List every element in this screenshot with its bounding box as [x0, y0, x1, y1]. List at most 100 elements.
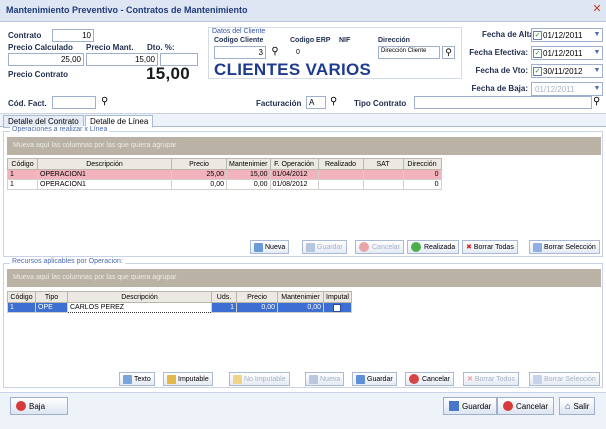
- column-header[interactable]: Descripción: [67, 291, 212, 303]
- cod-fact-search-icon[interactable]: ⚲: [101, 95, 113, 109]
- button-label: Cancelar: [372, 243, 401, 251]
- facturacion-search-icon[interactable]: ⚲: [330, 95, 342, 109]
- table-cell[interactable]: [317, 179, 364, 190]
- button-label: Imputable: [178, 375, 209, 383]
- search-icon[interactable]: ⚲: [269, 45, 281, 58]
- button-label: Guardar: [367, 375, 393, 383]
- fecha-baja-label: Fecha de Baja:: [471, 84, 528, 93]
- direccion-search-icon[interactable]: ⚲: [442, 46, 455, 59]
- column-header[interactable]: Dirección: [402, 158, 442, 170]
- chevron-down-icon[interactable]: ▼: [592, 83, 602, 95]
- guardar-operacion-button[interactable]: Guardar: [302, 240, 347, 254]
- column-header[interactable]: Mantenimier: [226, 158, 271, 170]
- button-label: Baja: [29, 401, 46, 411]
- table-cell[interactable]: [362, 169, 404, 180]
- button-label: Nueva: [320, 375, 341, 383]
- fecha-efectiva-picker[interactable]: ✓ 01/12/2011 ▼: [531, 46, 603, 60]
- table-cell[interactable]: [362, 179, 404, 190]
- table-cell[interactable]: 0,00: [226, 179, 271, 190]
- column-header[interactable]: F. Operación: [269, 158, 319, 170]
- cancelar-button[interactable]: Cancelar: [497, 397, 555, 415]
- table-cell[interactable]: [317, 169, 364, 180]
- fecha-vto-picker[interactable]: ✓ 30/11/2012 ▼: [531, 64, 603, 78]
- borrar-todos-button[interactable]: ✖ Borrar Todos: [463, 372, 519, 386]
- fecha-baja-picker[interactable]: 01/12/2011 ▼: [531, 82, 603, 96]
- table-cell[interactable]: 1: [211, 302, 237, 313]
- table-cell[interactable]: 1: [7, 302, 36, 313]
- direccion-input[interactable]: Dirección Cliente: [378, 46, 440, 59]
- column-header[interactable]: SAT: [362, 158, 404, 170]
- table-cell[interactable]: 0,00: [171, 179, 227, 190]
- check-icon[interactable]: ✓: [533, 66, 542, 76]
- table-cell[interactable]: 0: [402, 169, 442, 180]
- realizada-button[interactable]: Realizada: [407, 240, 460, 254]
- button-label: Nueva: [265, 243, 286, 251]
- table-cell[interactable]: 01/04/2012: [269, 169, 319, 180]
- codigo-cliente-input[interactable]: 3: [214, 46, 266, 59]
- nueva-recurso-button[interactable]: Nueva: [305, 372, 345, 386]
- borrar-todas-button[interactable]: ✖ Borrar Todas: [462, 240, 518, 254]
- guardar-button[interactable]: Guardar: [443, 397, 498, 415]
- table-cell[interactable]: 15,00: [226, 169, 271, 180]
- table-cell[interactable]: 0: [402, 179, 442, 190]
- baja-button[interactable]: Baja: [10, 397, 68, 415]
- recursos-header-row: Código Tipo Descripción Uds. Precio Mant…: [7, 291, 352, 303]
- no-imputable-button[interactable]: No Imputable: [229, 372, 290, 386]
- precio-calculado-input[interactable]: 25,00: [8, 53, 84, 66]
- facturacion-input[interactable]: A: [306, 96, 326, 109]
- tipo-contrato-input[interactable]: [414, 96, 592, 109]
- borrar-seleccion-button[interactable]: Borrar Selección: [529, 240, 600, 254]
- table-cell[interactable]: OPE: [35, 302, 68, 313]
- chevron-down-icon[interactable]: ▼: [592, 29, 602, 41]
- operaciones-group-bar[interactable]: Mueva aquí las columnas por las que quie…: [7, 137, 601, 155]
- chevron-down-icon[interactable]: ▼: [592, 65, 602, 77]
- check-icon[interactable]: ✓: [533, 30, 542, 40]
- operaciones-header-row: Código Descripción Precio Mantenimier F.…: [7, 158, 442, 170]
- codigo-cliente-label: Codigo Cliente: [214, 37, 264, 44]
- table-cell[interactable]: 1: [7, 169, 38, 180]
- check-icon[interactable]: ✓: [533, 48, 542, 58]
- checkbox[interactable]: [333, 303, 342, 312]
- column-header[interactable]: Realizado: [317, 158, 364, 170]
- imputable-cell[interactable]: [323, 302, 352, 313]
- table-cell[interactable]: 0,00: [236, 302, 278, 313]
- guardar-recurso-button[interactable]: Guardar: [352, 372, 397, 386]
- salir-button[interactable]: ⌂ Salir: [559, 397, 596, 415]
- tipo-contrato-search-icon[interactable]: ⚲: [593, 95, 605, 109]
- imputable-button[interactable]: Imputable: [163, 372, 213, 386]
- table-cell[interactable]: 1: [7, 179, 38, 190]
- cancelar-recurso-button[interactable]: Cancelar: [405, 372, 455, 386]
- table-row[interactable]: 1 OPERACION1 0,00 0,00 01/08/2012 0: [7, 179, 442, 190]
- column-header[interactable]: Uds.: [211, 291, 237, 303]
- table-cell[interactable]: 01/08/2012: [269, 179, 319, 190]
- fecha-alta-picker[interactable]: ✓ 01/12/2011 ▼: [531, 28, 603, 42]
- exit-icon: ⌂: [565, 401, 571, 411]
- close-icon[interactable]: ✕: [590, 2, 604, 16]
- column-header[interactable]: Precio: [236, 291, 278, 303]
- chevron-down-icon[interactable]: ▼: [592, 47, 602, 59]
- nueva-operacion-button[interactable]: Nueva: [250, 240, 290, 254]
- texto-button[interactable]: Texto: [119, 372, 155, 386]
- borrar-seleccion-recurso-button[interactable]: Borrar Selección: [529, 372, 600, 386]
- column-header[interactable]: Mantenimier: [277, 291, 324, 303]
- column-header[interactable]: Código: [7, 158, 38, 170]
- cod-fact-input[interactable]: [52, 96, 96, 109]
- table-cell[interactable]: CARLOS PEREZ: [67, 302, 212, 313]
- table-cell[interactable]: OPERACION1: [37, 179, 172, 190]
- column-header[interactable]: Tipo: [35, 291, 68, 303]
- recursos-group-bar[interactable]: Mueva aquí las columnas por las que quie…: [7, 269, 601, 287]
- column-header[interactable]: Imputal: [323, 291, 352, 303]
- table-row[interactable]: 1 OPERACION1 25,00 15,00 01/04/2012 0: [7, 169, 442, 180]
- table-row[interactable]: 1 OPE CARLOS PEREZ 1 0,00 0,00: [7, 302, 352, 313]
- table-cell[interactable]: 25,00: [171, 169, 227, 180]
- column-header[interactable]: Precio: [171, 158, 227, 170]
- contrato-label: Contrato: [8, 31, 42, 40]
- table-cell[interactable]: 0,00: [277, 302, 324, 313]
- column-header[interactable]: Código: [7, 291, 36, 303]
- cancelar-operacion-button[interactable]: Cancelar: [355, 240, 405, 254]
- contrato-input[interactable]: 10: [52, 29, 94, 42]
- column-header[interactable]: Descripción: [37, 158, 172, 170]
- table-cell[interactable]: OPERACION1: [37, 169, 172, 180]
- button-label: Borrar Selección: [544, 243, 596, 251]
- window-title: Mantenimiento Preventivo - Contratos de …: [6, 5, 248, 15]
